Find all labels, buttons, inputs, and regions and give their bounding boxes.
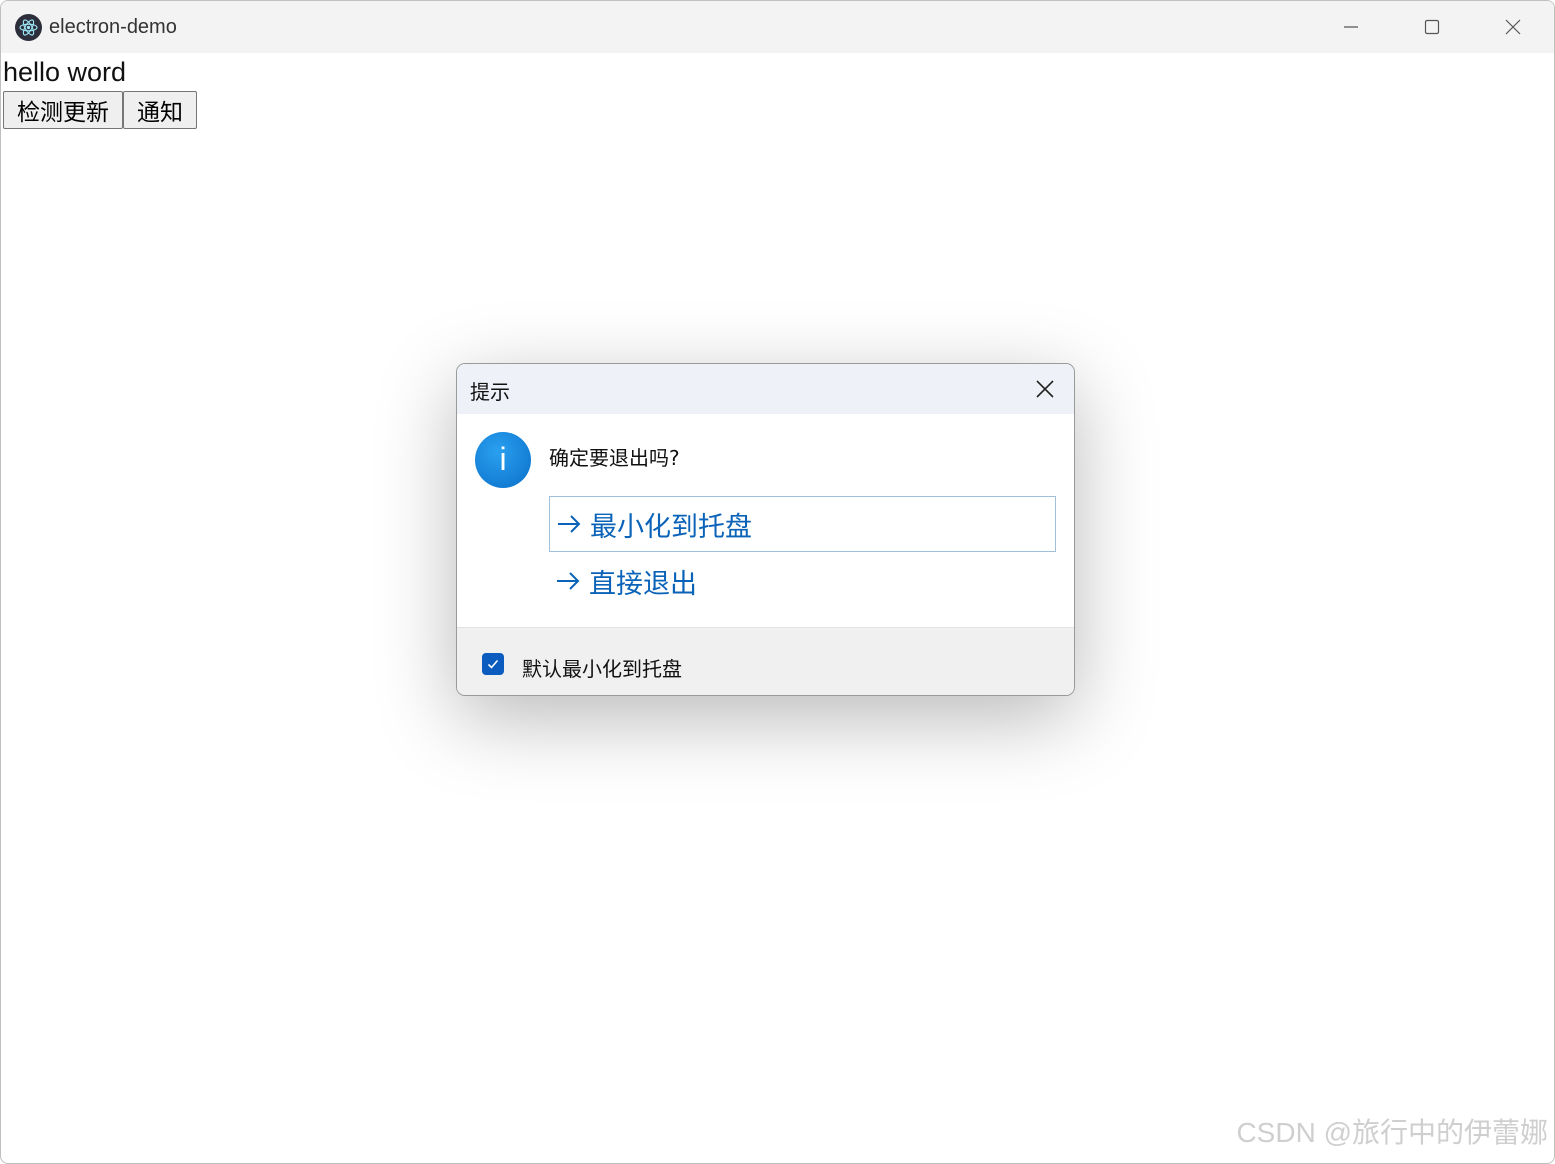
dialog-close-button[interactable] — [1034, 378, 1056, 400]
dialog-message: 确定要退出吗? — [549, 446, 680, 470]
maximize-button[interactable] — [1409, 7, 1455, 47]
page-heading: hello word — [3, 57, 127, 87]
minimize-icon — [1344, 26, 1358, 28]
dialog-header[interactable]: 提示 — [457, 364, 1074, 414]
minimize-to-tray-option[interactable]: 最小化到托盘 — [549, 496, 1056, 552]
title-bar[interactable]: electron-demo — [1, 1, 1554, 53]
option-label: 最小化到托盘 — [590, 511, 752, 543]
info-icon: i — [475, 432, 531, 488]
check-update-button[interactable]: 检测更新 — [3, 91, 123, 129]
checkmark-icon — [487, 659, 499, 669]
arrow-right-icon — [556, 514, 582, 534]
option-label: 直接退出 — [589, 568, 697, 600]
dialog-title: 提示 — [470, 380, 510, 404]
dialog-footer: 默认最小化到托盘 — [457, 627, 1074, 695]
minimize-button[interactable] — [1328, 7, 1374, 47]
electron-logo-icon — [15, 14, 42, 41]
default-minimize-checkbox[interactable] — [482, 653, 504, 675]
notify-button[interactable]: 通知 — [123, 91, 197, 129]
checkbox-label[interactable]: 默认最小化到托盘 — [522, 653, 682, 682]
maximize-icon — [1424, 19, 1440, 35]
arrow-right-icon — [555, 571, 581, 591]
exit-directly-option[interactable]: 直接退出 — [549, 553, 1056, 609]
watermark: CSDN @旅行中的伊蕾娜 — [1236, 1117, 1548, 1148]
close-window-button[interactable] — [1490, 7, 1536, 47]
close-icon — [1505, 19, 1521, 35]
window-title: electron-demo — [49, 16, 177, 38]
exit-dialog: 提示 i 确定要退出吗? 最小化到托盘 直接退出 默认最小化到托盘 — [456, 363, 1075, 696]
close-icon — [1036, 380, 1054, 398]
